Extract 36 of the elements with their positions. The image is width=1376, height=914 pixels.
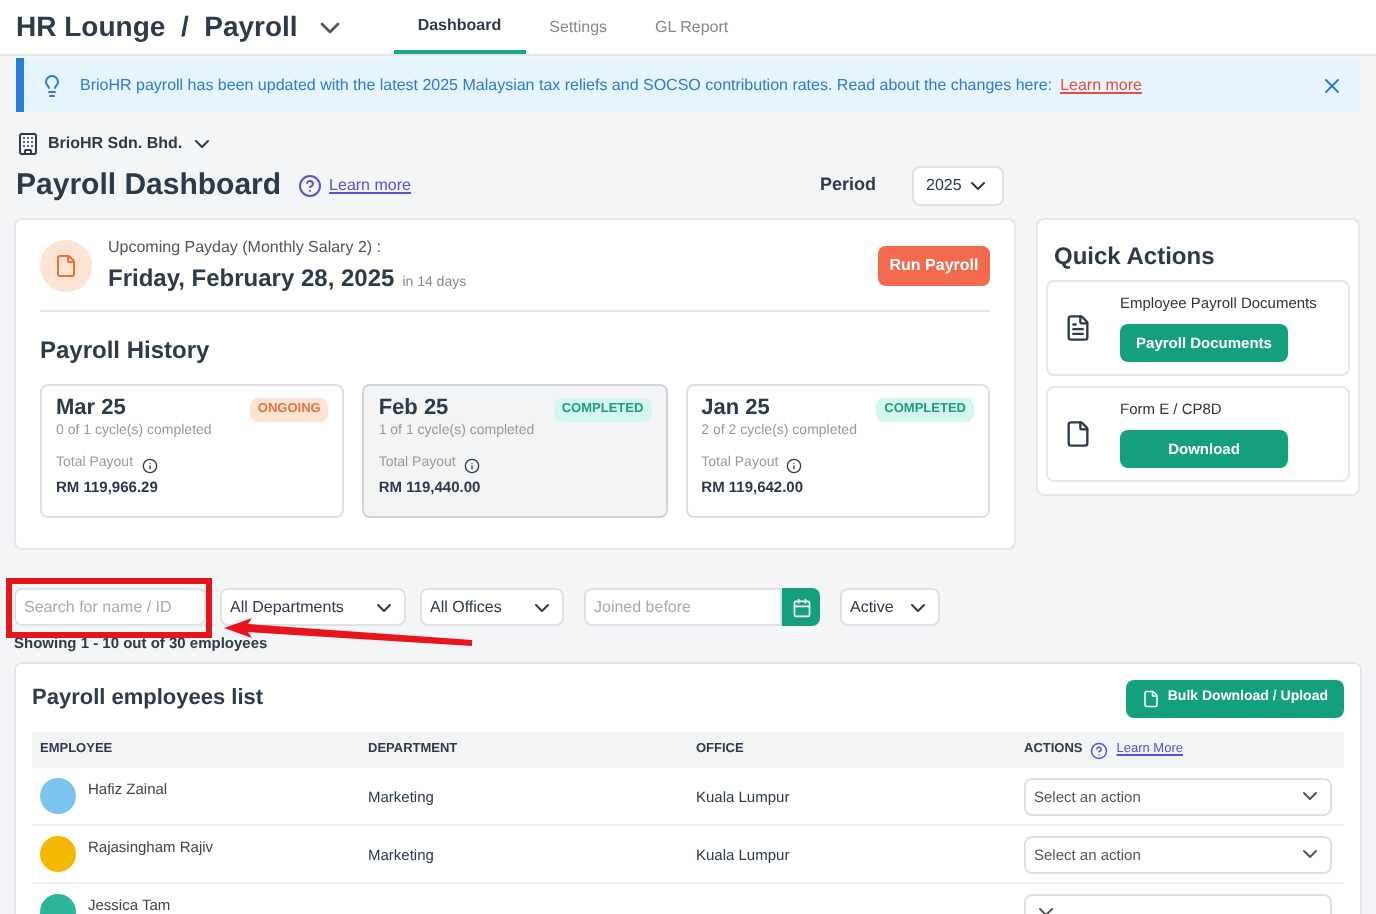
period-label: Period [819,172,876,199]
nav-tab[interactable]: Settings [525,0,632,54]
document-icon [1141,689,1160,708]
info-icon[interactable] [786,457,803,473]
learn-more-link[interactable]: Learn more [329,174,411,198]
calendar-button[interactable] [782,588,820,626]
lightbulb-icon [40,73,64,97]
status-select[interactable]: Active [840,588,940,626]
info-icon[interactable] [141,457,158,473]
history-month: Mar 25 [56,398,126,420]
search-field[interactable]: Search for name / ID [14,588,206,626]
nav-tab[interactable]: Dashboard [393,0,526,54]
help-icon[interactable] [1090,741,1109,760]
company-name: BrioHR Sdn. Bhd. [48,132,183,156]
document-icon [1064,418,1092,450]
nav-tab[interactable]: GL Report [631,0,753,54]
history-month: Jan 25 [701,398,770,420]
payday-date: Friday, February 28, 2025 [108,261,395,295]
payday-icon [40,239,92,291]
payday-label: Upcoming Payday (Monthly Salary 2) : [108,235,383,259]
page-title: Payroll Dashboard [16,165,282,206]
history-month: Feb 25 [378,398,449,420]
building-icon [16,132,40,156]
list-title: Payroll employees list [32,684,264,714]
info-icon[interactable] [463,457,480,473]
history-title: Payroll History [40,334,212,368]
joined-date-field[interactable]: Joined before [584,588,782,626]
quick-actions-title: Quick Actions [1054,240,1217,274]
close-icon[interactable] [1320,73,1344,97]
office-select[interactable]: All Offices [420,588,564,626]
breadcrumb-title: HR Lounge / Payroll [16,8,298,46]
department-select[interactable]: All Departments [220,588,406,626]
banner-text: BrioHR payroll has been updated with the latest 2025 Malaysian tax reliefs and SOCSO contribution rates. Read about the changes here: [80,73,1053,97]
calendar-icon [791,597,811,617]
help-icon[interactable] [297,174,322,198]
period-select[interactable]: 2025 [912,166,1004,206]
